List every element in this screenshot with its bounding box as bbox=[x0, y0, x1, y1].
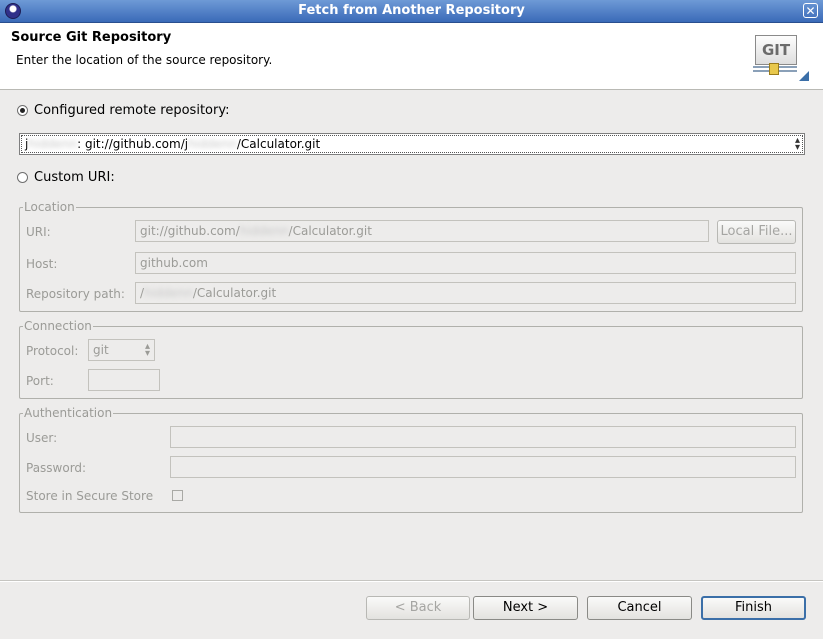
git-logo-icon: GIT bbox=[753, 33, 809, 81]
close-icon[interactable]: ✕ bbox=[803, 3, 818, 18]
user-label: User: bbox=[26, 431, 58, 445]
repository-path-input[interactable]: /hiddenn/Calculator.git bbox=[135, 282, 796, 304]
configured-remote-radio[interactable]: Configured remote repository: bbox=[17, 103, 229, 118]
uri-input[interactable]: git://github.com/hiddenn/Calculator.git bbox=[135, 220, 709, 242]
back-button[interactable]: < Back bbox=[366, 596, 470, 620]
location-legend: Location bbox=[24, 200, 75, 214]
combo-arrows-icon[interactable]: ▴ ▾ bbox=[795, 136, 800, 153]
authentication-legend: Authentication bbox=[24, 406, 113, 420]
radio-button-checked-icon[interactable] bbox=[17, 105, 28, 116]
configured-remote-label: Configured remote repository: bbox=[34, 103, 230, 118]
secure-store-label: Store in Secure Store bbox=[26, 489, 154, 503]
protocol-value: git bbox=[93, 343, 109, 357]
port-label: Port: bbox=[26, 374, 54, 388]
user-input[interactable] bbox=[170, 426, 796, 448]
host-label: Host: bbox=[26, 257, 58, 271]
git-logo-text: GIT bbox=[755, 35, 797, 65]
custom-uri-radio[interactable]: Custom URI: bbox=[17, 170, 115, 185]
page-title: Source Git Repository bbox=[11, 30, 172, 45]
port-input[interactable] bbox=[88, 369, 160, 391]
radio-button-unchecked-icon[interactable] bbox=[17, 172, 28, 183]
uri-label: URI: bbox=[26, 225, 51, 239]
password-label: Password: bbox=[26, 461, 87, 475]
window-title: Fetch from Another Repository bbox=[298, 3, 525, 18]
repository-path-label: Repository path: bbox=[26, 287, 125, 301]
protocol-select[interactable]: git ▴ ▾ bbox=[88, 339, 155, 361]
connection-legend: Connection bbox=[24, 319, 92, 333]
title-bar: Fetch from Another Repository ✕ bbox=[0, 0, 823, 23]
custom-uri-label: Custom URI: bbox=[34, 170, 115, 185]
remote-repository-combo[interactable]: jhiddenn: git://github.com/jhiddenn/Calc… bbox=[19, 133, 805, 155]
secure-store-checkbox[interactable] bbox=[172, 490, 183, 501]
password-input[interactable] bbox=[170, 456, 796, 478]
local-file-button[interactable]: Local File... bbox=[717, 220, 796, 244]
next-button[interactable]: Next > bbox=[473, 596, 578, 620]
remote-repository-value: jhiddenn: git://github.com/jhiddenn/Calc… bbox=[25, 137, 321, 151]
host-input[interactable]: github.com bbox=[135, 252, 796, 274]
protocol-label: Protocol: bbox=[26, 344, 79, 358]
wizard-header: Source Git Repository Enter the location… bbox=[0, 23, 823, 90]
select-arrows-icon: ▴ ▾ bbox=[144, 341, 150, 359]
page-description: Enter the location of the source reposit… bbox=[16, 53, 273, 67]
finish-button[interactable]: Finish bbox=[701, 596, 806, 620]
cancel-button[interactable]: Cancel bbox=[587, 596, 692, 620]
